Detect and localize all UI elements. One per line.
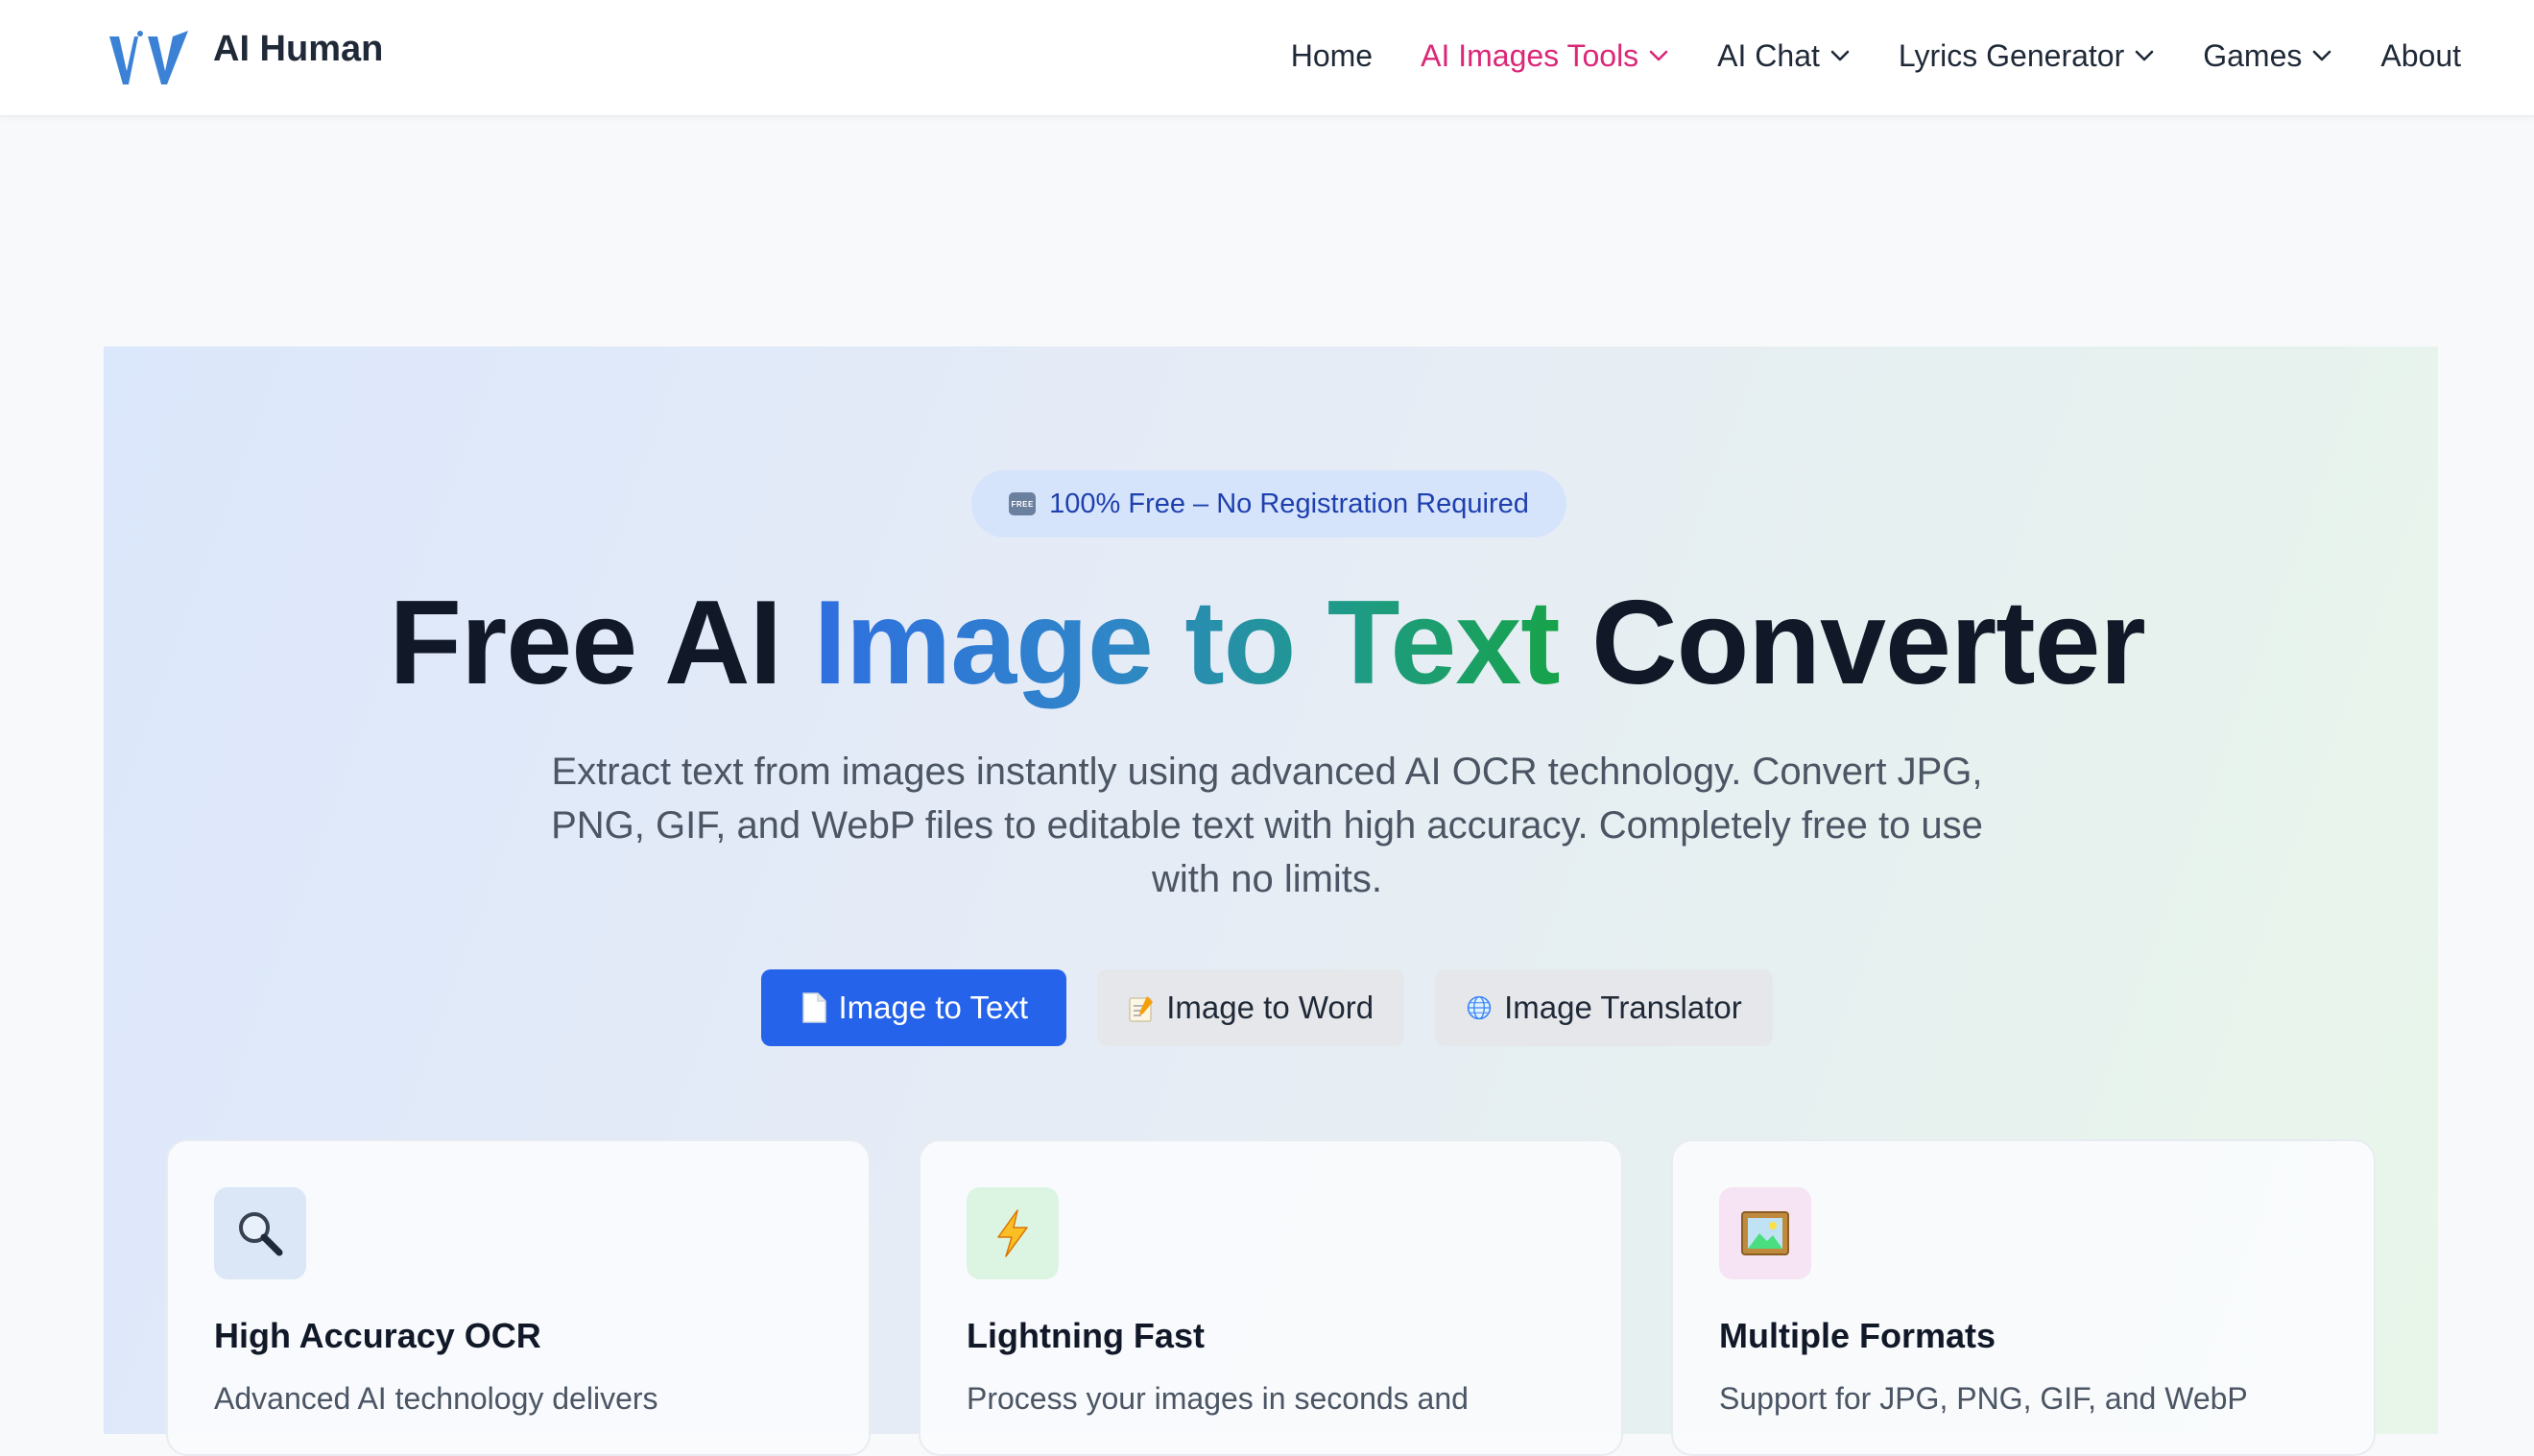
title-highlight: Image to Text: [813, 577, 1560, 709]
card-title: High Accuracy OCR: [214, 1316, 541, 1355]
card-title: Multiple Formats: [1719, 1316, 1996, 1355]
nav-lyrics-generator-label: Lyrics Generator: [1898, 37, 2125, 73]
feature-card-accuracy: High Accuracy OCR Advanced AI technology…: [166, 1139, 871, 1456]
nav-games[interactable]: Games: [2203, 38, 2332, 74]
nav-lyrics-generator[interactable]: Lyrics Generator: [1899, 38, 2155, 74]
free-badge-text: 100% Free – No Registration Required: [1049, 488, 1529, 519]
chevron-down-icon: [2313, 50, 2331, 61]
card-description: Support for JPG, PNG, GIF, and WebP: [1719, 1381, 2248, 1416]
main-nav: Home AI Images Tools AI Chat Lyrics Gene…: [1243, 29, 2461, 83]
title-part-1: Free AI: [389, 577, 814, 709]
image-to-text-button[interactable]: Image to Text: [761, 969, 1067, 1046]
nav-ai-images-tools[interactable]: AI Images Tools: [1421, 38, 1669, 74]
card-description: Process your images in seconds and: [967, 1381, 1469, 1416]
memo-icon: [1129, 996, 1154, 1022]
nav-games-label: Games: [2203, 37, 2303, 73]
globe-icon: [1467, 995, 1492, 1020]
title-part-2: Converter: [1559, 577, 2146, 709]
brand-logo-link[interactable]: AI Human: [106, 27, 383, 90]
tool-buttons: Image to Text Image to Word Image Transl…: [0, 969, 2534, 1046]
nav-ai-chat[interactable]: AI Chat: [1717, 38, 1851, 74]
chevron-down-icon: [2135, 50, 2154, 61]
feature-card-formats: Multiple Formats Support for JPG, PNG, G…: [1671, 1139, 2376, 1456]
page-title: Free AI Image to Text Converter: [0, 576, 2534, 710]
site-header: AI Human Home AI Images Tools AI Chat Ly…: [0, 0, 2534, 117]
image-to-word-button[interactable]: Image to Word: [1097, 969, 1405, 1046]
card-description: Advanced AI technology delivers: [214, 1381, 658, 1416]
nav-ai-chat-label: AI Chat: [1717, 37, 1820, 73]
nav-ai-images-tools-label: AI Images Tools: [1421, 37, 1639, 73]
nav-about[interactable]: About: [2380, 38, 2461, 74]
brand-name: AI Human: [213, 29, 384, 69]
free-badge: FREE 100% Free – No Registration Require…: [971, 470, 1566, 537]
picture-icon: [1741, 1211, 1789, 1255]
nav-home[interactable]: Home: [1291, 38, 1373, 74]
card-icon-box: [214, 1187, 306, 1279]
image-translator-button[interactable]: Image Translator: [1435, 969, 1773, 1046]
image-to-word-label: Image to Word: [1166, 990, 1375, 1025]
lightning-icon: [997, 1209, 1028, 1257]
free-icon: FREE: [1009, 492, 1037, 515]
page-icon: [801, 992, 826, 1023]
feature-card-speed: Lightning Fast Process your images in se…: [919, 1139, 1623, 1456]
image-to-text-label: Image to Text: [838, 990, 1029, 1025]
vv-logo-icon: [109, 31, 188, 84]
magnifier-icon: [239, 1212, 283, 1256]
nav-about-label: About: [2380, 37, 2461, 73]
card-title: Lightning Fast: [967, 1316, 1205, 1355]
image-translator-label: Image Translator: [1504, 990, 1742, 1025]
card-icon-box: [967, 1187, 1059, 1279]
hero-subtitle: Extract text from images instantly using…: [551, 751, 1983, 900]
chevron-down-icon: [1830, 50, 1850, 61]
card-icon-box: [1719, 1187, 1811, 1279]
nav-home-label: Home: [1290, 37, 1374, 73]
chevron-down-icon: [1649, 50, 1668, 61]
